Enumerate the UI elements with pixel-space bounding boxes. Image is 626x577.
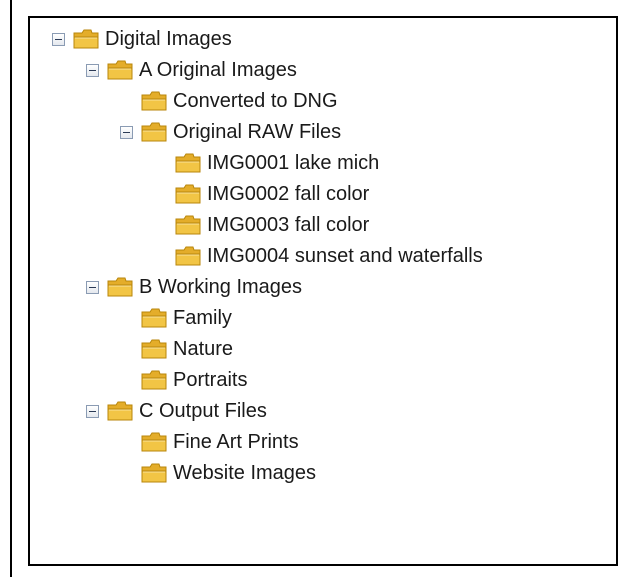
tree-item[interactable]: IMG0003 fall color bbox=[175, 210, 369, 240]
folder-icon bbox=[141, 121, 167, 143]
folder-icon bbox=[141, 369, 167, 391]
folder-icon bbox=[175, 214, 201, 236]
tree-item-label: Website Images bbox=[173, 462, 317, 484]
tree-item-label: Digital Images bbox=[105, 28, 232, 50]
tree-item[interactable]: IMG0004 sunset and waterfalls bbox=[175, 241, 483, 271]
folder-icon bbox=[175, 183, 201, 205]
folder-icon bbox=[141, 431, 167, 453]
folder-icon bbox=[107, 276, 133, 298]
folder-icon bbox=[107, 400, 133, 422]
collapse-toggle-icon[interactable] bbox=[86, 63, 99, 77]
folder-icon bbox=[141, 462, 167, 484]
tree-item-label: Portraits bbox=[173, 369, 248, 391]
folder-icon bbox=[73, 28, 99, 50]
tree-item-label: IMG0002 fall color bbox=[207, 183, 370, 205]
collapse-toggle-icon[interactable] bbox=[86, 280, 99, 294]
collapse-toggle-icon[interactable] bbox=[86, 404, 99, 418]
folder-tree-panel: Digital Images A Original Images Converted… bbox=[28, 16, 618, 566]
tree-item[interactable]: A Original Images bbox=[86, 55, 297, 85]
tree-item[interactable]: C Output Files bbox=[86, 396, 267, 426]
collapse-toggle-icon[interactable] bbox=[120, 125, 133, 139]
folder-icon bbox=[107, 59, 133, 81]
tree-item-label: C Output Files bbox=[139, 400, 267, 422]
tree-item[interactable]: Digital Images bbox=[52, 24, 232, 54]
tree-item[interactable]: Family bbox=[141, 303, 232, 333]
tree-item-label: IMG0001 lake mich bbox=[207, 152, 380, 174]
tree-item[interactable]: Original RAW Files bbox=[120, 117, 341, 147]
folder-icon bbox=[141, 307, 167, 329]
tree-item-label: Family bbox=[173, 307, 232, 329]
tree-item-label: IMG0003 fall color bbox=[207, 214, 370, 236]
folder-icon bbox=[175, 245, 201, 267]
tree-item-label: IMG0004 sunset and waterfalls bbox=[207, 245, 483, 267]
tree-item[interactable]: Converted to DNG bbox=[141, 86, 338, 116]
tree-item-label: Nature bbox=[173, 338, 234, 360]
tree-item[interactable]: IMG0001 lake mich bbox=[175, 148, 379, 178]
tree-item[interactable]: Nature bbox=[141, 334, 233, 364]
tree-item-label: A Original Images bbox=[139, 59, 297, 81]
folder-icon bbox=[141, 338, 167, 360]
tree-item[interactable]: IMG0002 fall color bbox=[175, 179, 369, 209]
left-border-line bbox=[10, 0, 12, 577]
tree-item[interactable]: Website Images bbox=[141, 458, 316, 488]
collapse-toggle-icon[interactable] bbox=[52, 32, 65, 46]
tree-item[interactable]: Portraits bbox=[141, 365, 247, 395]
tree-item[interactable]: B Working Images bbox=[86, 272, 302, 302]
tree-item-label: Original RAW Files bbox=[173, 121, 342, 143]
folder-icon bbox=[141, 90, 167, 112]
tree-item-label: Converted to DNG bbox=[173, 90, 338, 112]
tree-item-label: Fine Art Prints bbox=[173, 431, 299, 453]
folder-icon bbox=[175, 152, 201, 174]
tree-item[interactable]: Fine Art Prints bbox=[141, 427, 299, 457]
tree-item-label: B Working Images bbox=[139, 276, 303, 298]
